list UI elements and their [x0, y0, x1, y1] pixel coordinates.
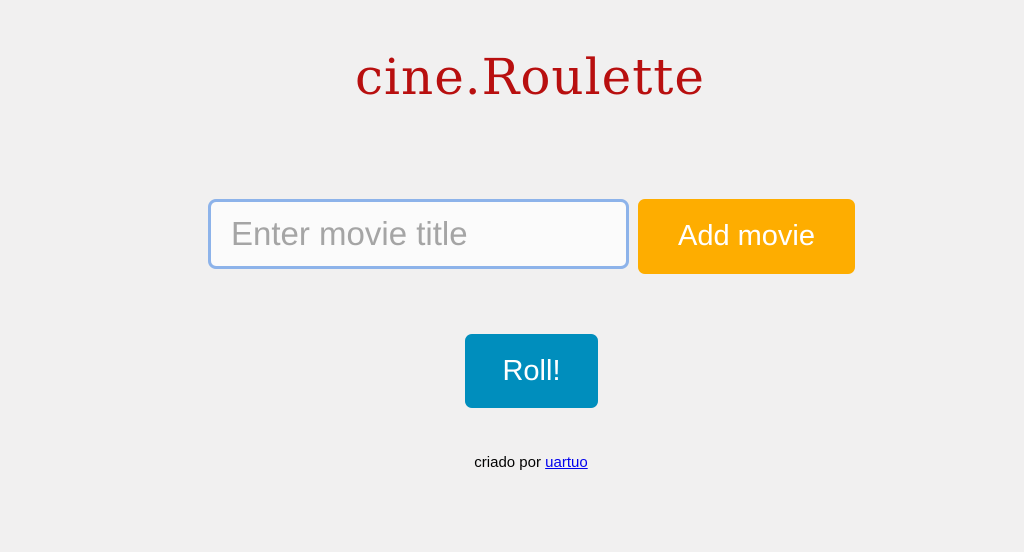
roll-button[interactable]: Roll! [465, 334, 598, 408]
author-link[interactable]: uartuo [545, 454, 588, 471]
add-movie-button[interactable]: Add movie [638, 199, 855, 274]
movie-title-input[interactable] [208, 199, 629, 269]
credit-text: criado por [474, 454, 546, 471]
app-title: cine.Roulette [355, 48, 705, 106]
footer-credit: criado por uartuo [0, 454, 1024, 471]
